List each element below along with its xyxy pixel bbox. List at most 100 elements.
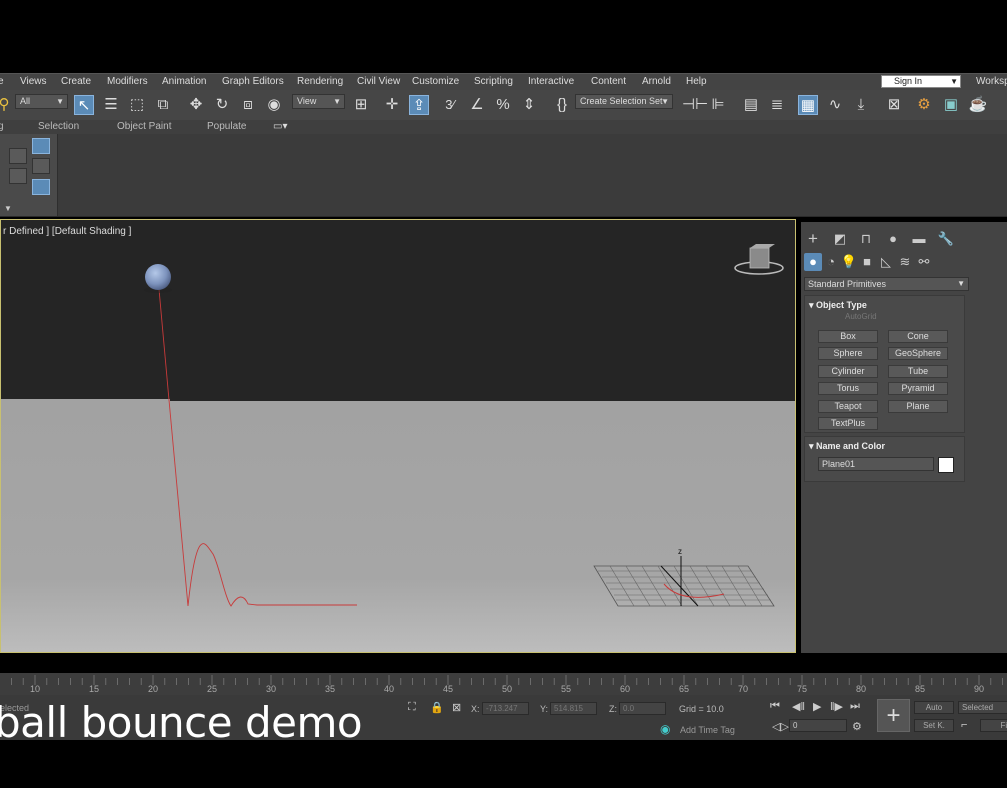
y-coordinate-field[interactable]: 514.815 (550, 702, 597, 715)
align-icon[interactable]: ⊫ (708, 95, 728, 115)
display-tab-icon[interactable]: ▬ (910, 230, 928, 248)
key-filters-icon[interactable]: ⌐ (961, 719, 967, 731)
menu-views[interactable]: Views (20, 76, 47, 87)
time-configuration-icon[interactable]: ⚙ (852, 720, 862, 733)
toggle-ribbon-icon[interactable]: ▦ (798, 95, 818, 115)
menu-content[interactable]: Content (591, 76, 626, 87)
reference-coordinate-dropdown[interactable]: View ▼ (292, 94, 345, 109)
menu-arnold[interactable]: Arnold (642, 76, 671, 87)
scale-icon[interactable]: ⧈ (238, 95, 258, 115)
rotate-icon[interactable]: ↻ (212, 95, 232, 115)
menu-modifiers[interactable]: Modifiers (107, 76, 148, 87)
plane-button[interactable]: Plane (888, 400, 948, 413)
object-category-dropdown[interactable]: Standard Primitives ▼ (804, 277, 969, 291)
add-time-tag-button[interactable]: Add Time Tag (680, 725, 735, 735)
key-mode-icon[interactable]: ◁▷ (772, 720, 789, 733)
lock-selection-icon[interactable]: 🔒 (430, 701, 444, 714)
pivot-center-icon[interactable]: ⊞ (351, 95, 371, 115)
ribbon-tool-3-icon[interactable] (32, 158, 50, 174)
select-by-name-icon[interactable]: ☰ (101, 95, 121, 115)
set-key-button[interactable]: + (877, 699, 910, 732)
next-frame-icon[interactable]: ‖▶ (830, 700, 843, 713)
menu-civil-view[interactable]: Civil View (357, 76, 400, 87)
perspective-viewport[interactable]: r Defined ] [Default Shading ] z (0, 219, 796, 653)
render-production-icon[interactable]: ☕ (968, 95, 988, 115)
window-crossing-icon[interactable]: ⧉ (153, 95, 173, 115)
scene-explorer-icon[interactable]: ▤ (741, 95, 761, 115)
teapot-button[interactable]: Teapot (818, 400, 878, 413)
workspace-selector[interactable]: Workspa (976, 76, 1007, 87)
layer-explorer-icon[interactable]: ≣ (767, 95, 787, 115)
link-icon[interactable]: ⚲ (0, 95, 14, 115)
cone-button[interactable]: Cone (888, 330, 948, 343)
key-filters-button[interactable]: Fil (980, 719, 1007, 732)
menu-customize[interactable]: Customize (412, 76, 459, 87)
modify-tab-icon[interactable]: ◩ (831, 230, 849, 248)
ribbon-expand-icon[interactable]: ▼ (4, 204, 12, 213)
motion-tab-icon[interactable]: ● (884, 230, 902, 248)
menu-graph-editors[interactable]: Graph Editors (222, 76, 284, 87)
box-button[interactable]: Box (818, 330, 878, 343)
pyramid-button[interactable]: Pyramid (888, 382, 948, 395)
menu-animation[interactable]: Animation (162, 76, 206, 87)
hierarchy-tab-icon[interactable]: ⊓ (857, 230, 875, 248)
ribbon-tool-5-icon[interactable] (32, 179, 50, 195)
ribbon-tool-2-icon[interactable] (32, 138, 50, 154)
menu-interactive[interactable]: Interactive (528, 76, 574, 87)
utilities-tab-icon[interactable]: 🔧 (937, 230, 955, 248)
ribbon-tool-1-icon[interactable] (9, 148, 27, 164)
rectangular-selection-icon[interactable]: ⬚ (127, 95, 147, 115)
snaps-toggle-icon[interactable]: 3⁄ (440, 95, 460, 115)
select-manipulate-icon[interactable]: ✛ (382, 95, 402, 115)
sign-in-dropdown[interactable]: Sign In ▼ (881, 75, 961, 88)
auto-key-button[interactable]: Auto (914, 701, 954, 714)
tab-object-paint[interactable]: Object Paint (117, 121, 171, 132)
shapes-icon[interactable]: ◔ (822, 253, 840, 271)
helpers-icon[interactable]: ◺ (877, 253, 895, 271)
menu-rendering[interactable]: Rendering (297, 76, 343, 87)
play-icon[interactable]: ▶ (813, 700, 821, 713)
menu-help[interactable]: Help (686, 76, 707, 87)
systems-icon[interactable]: ⚯ (915, 253, 933, 271)
bouncing-ball[interactable] (145, 264, 171, 290)
edit-named-selection-icon[interactable]: {} (552, 95, 572, 115)
selection-filter-dropdown[interactable]: All ▼ (15, 94, 68, 109)
tab-selection[interactable]: Selection (38, 121, 79, 132)
spinner-snap-icon[interactable]: ⇕ (519, 95, 539, 115)
cameras-icon[interactable]: ■ (858, 253, 876, 271)
select-object-icon[interactable]: ↖ (74, 95, 94, 115)
textplus-button[interactable]: TextPlus (818, 417, 878, 430)
object-name-field[interactable]: Plane01 (818, 457, 934, 471)
schematic-view-icon[interactable]: ⤓ (851, 95, 871, 115)
geometry-icon[interactable]: ● (804, 253, 822, 271)
menu-scripting[interactable]: Scripting (474, 76, 513, 87)
z-coordinate-field[interactable]: 0.0 (619, 702, 666, 715)
name-and-color-title[interactable]: ▾ Name and Color (809, 441, 885, 452)
keyboard-shortcut-override-icon[interactable]: ⇪ (409, 95, 429, 115)
selected-key-filter-dropdown[interactable]: Selected (958, 701, 1007, 714)
previous-frame-icon[interactable]: ◀‖ (792, 700, 805, 713)
x-coordinate-field[interactable]: -713.247 (482, 702, 529, 715)
move-icon[interactable]: ✥ (186, 95, 206, 115)
lights-icon[interactable]: 💡 (840, 253, 858, 271)
set-key-mode-button[interactable]: Set K. (914, 719, 954, 732)
material-editor-icon[interactable]: ⊠ (884, 95, 904, 115)
tab-populate[interactable]: Populate (207, 121, 246, 132)
sphere-button[interactable]: Sphere (818, 347, 878, 360)
geosphere-button[interactable]: GeoSphere (888, 347, 948, 360)
time-tag-icon[interactable]: ◉ (660, 722, 670, 736)
current-frame-field[interactable]: 0 (789, 719, 847, 732)
viewport-label[interactable]: r Defined ] [Default Shading ] (3, 226, 131, 237)
cylinder-button[interactable]: Cylinder (818, 365, 878, 378)
percent-snap-icon[interactable]: % (493, 95, 513, 115)
object-color-swatch[interactable] (938, 457, 954, 473)
menu-create[interactable]: Create (61, 76, 91, 87)
autogrid-checkbox[interactable]: AutoGrid (845, 312, 877, 321)
object-type-title[interactable]: ▾ Object Type (809, 300, 867, 311)
render-setup-icon[interactable]: ⚙ (914, 95, 934, 115)
space-warps-icon[interactable]: ≋ (896, 253, 914, 271)
rendered-frame-window-icon[interactable]: ▣ (941, 95, 961, 115)
angle-snap-icon[interactable]: ∠ (467, 95, 487, 115)
named-selection-set-dropdown[interactable]: Create Selection Set ▼ (575, 94, 673, 109)
go-to-start-icon[interactable]: ⏮ (770, 700, 780, 713)
